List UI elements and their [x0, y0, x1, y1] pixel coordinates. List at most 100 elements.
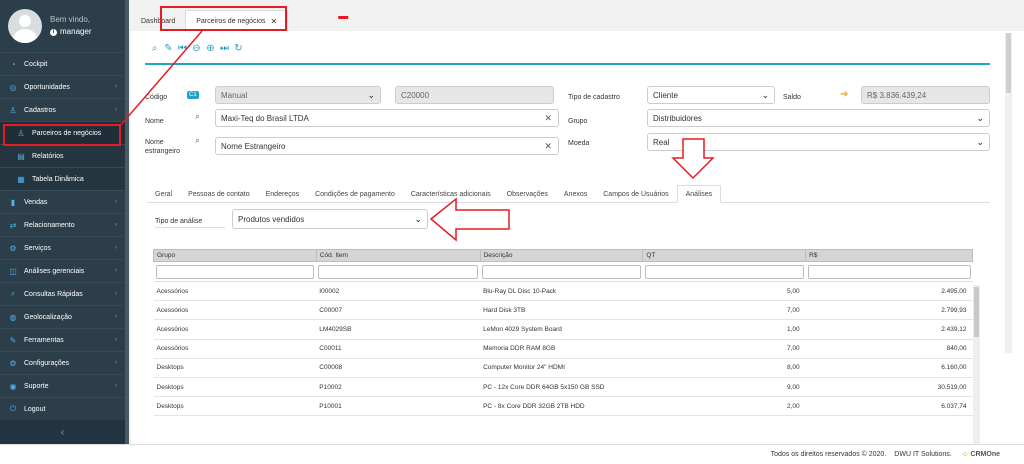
table-cell: Acessórios: [153, 300, 317, 321]
chevron-right-icon: ›: [115, 84, 117, 90]
tab-geral[interactable]: Geral: [147, 185, 180, 203]
sidebar-item-logout[interactable]: ⏻ Logout: [0, 397, 125, 420]
nome-estrangeiro-input[interactable]: Nome Estrangeiro ✕: [215, 137, 559, 155]
edit-icon[interactable]: ✎: [163, 43, 174, 54]
next-record-icon[interactable]: ⊕: [205, 43, 216, 54]
sidebar-item-oportunidades[interactable]: ◎ Oportunidades ›: [0, 75, 125, 98]
column-header-qt[interactable]: QT: [642, 249, 807, 262]
filter-cell: [153, 261, 317, 282]
sidebar-item-label: Configurações: [24, 359, 70, 367]
bar-chart-icon: ▮: [10, 197, 16, 207]
sidebar-item-cadastros[interactable]: ♙ Cadastros ›: [0, 98, 125, 121]
panel-scrollbar[interactable]: [1005, 33, 1012, 353]
tipo-analise-select[interactable]: Produtos vendidos ⌄: [232, 209, 428, 229]
table-cell: 30.519,00: [805, 377, 973, 398]
grupo-select[interactable]: Distribuidores ⌄: [647, 109, 990, 127]
sidebar-item-vendas[interactable]: ▮ Vendas ›: [0, 190, 125, 213]
username[interactable]: i manager: [50, 26, 92, 38]
table-cell: 6.160,00: [805, 358, 973, 378]
sidebar-menu: ◔ Cockpit ◎ Oportunidades › ♙ Cadastros › ♙ Parce…: [0, 52, 125, 420]
sidebar-item-ferramentas[interactable]: ✎ Ferramentas ›: [0, 328, 125, 351]
filter-cod-item-input[interactable]: [318, 264, 479, 279]
tab-enderecos[interactable]: Endereços: [258, 185, 307, 203]
codigo-mode-select[interactable]: Manual ⌄: [215, 86, 381, 104]
sidebar-item-label: Serviços: [24, 244, 51, 252]
avatar[interactable]: [8, 9, 42, 43]
tab-campos-de-usuarios[interactable]: Campos de Usuários: [595, 185, 676, 203]
sidebar-item-analises-gerenciais[interactable]: ◫ Análises gerenciais ›: [0, 259, 125, 282]
nome-input[interactable]: Maxi-Teq do Brasil LTDA ✕: [215, 109, 559, 127]
sidebar-item-suporte[interactable]: ◉ Suporte ›: [0, 374, 125, 397]
column-header-cod-item[interactable]: Cód. Item: [315, 249, 481, 262]
arrow-right-icon[interactable]: ➔: [840, 89, 848, 100]
search-icon[interactable]: ⌕: [195, 111, 200, 122]
filter-descricao-input[interactable]: [482, 264, 641, 279]
moeda-select[interactable]: Real ⌄: [647, 133, 990, 151]
table-cell: PC - 8x Core DDR 32GB 2TB HDD: [480, 396, 643, 417]
sidebar-item-consultas-rapidas[interactable]: ⌕ Consultas Rápidas ›: [0, 282, 125, 305]
table-cell: 840,00: [805, 339, 973, 359]
analysis-table: Grupo Cód. Item Descrição QT R$ Acessóri…: [153, 249, 973, 417]
filter-grupo-input[interactable]: [155, 264, 315, 279]
detail-tabs: Geral Pessoas de contato Endereços Condiçõe…: [147, 185, 990, 203]
sidebar-item-tabela-dinamica[interactable]: ▦ Tabela Dinâmica: [0, 167, 125, 190]
clear-icon[interactable]: ✕: [544, 141, 552, 152]
sidebar-item-configuracoes[interactable]: ⚙ Configurações ›: [0, 351, 125, 374]
table-cell: 5,00: [642, 281, 806, 302]
nome-estrangeiro-value: Nome Estrangeiro: [221, 141, 286, 151]
table-cell: LeMon 4029 System Board: [480, 319, 643, 340]
previous-record-icon[interactable]: ⊖: [191, 43, 202, 54]
table-row[interactable]: Acessórios C00011 Memoria DDR RAM 8GB 7,00 8…: [153, 339, 973, 359]
table-scrollbar[interactable]: [973, 285, 980, 444]
table-cell: 2.799,93: [805, 300, 973, 321]
sidebar-item-geolocalizacao[interactable]: ◍ Geolocalização ›: [0, 305, 125, 328]
sidebar-scrollbar[interactable]: [125, 0, 129, 444]
tipo-cadastro-select[interactable]: Cliente ⌄: [647, 86, 775, 104]
scrollbar-thumb[interactable]: [1006, 33, 1011, 93]
users-icon: ♙: [9, 105, 17, 115]
tab-observacoes[interactable]: Observações: [499, 185, 556, 203]
chevron-down-icon: ⌄: [976, 112, 984, 123]
sidebar-item-relatorios[interactable]: ▤ Relatórios: [0, 144, 125, 167]
tab-pessoas-de-contato[interactable]: Pessoas de contato: [180, 185, 258, 203]
column-header-valor[interactable]: R$: [805, 249, 973, 262]
sidebar-collapse-button[interactable]: ‹: [0, 420, 125, 444]
tab-analises[interactable]: Análises: [676, 185, 722, 203]
series-badge[interactable]: C1: [187, 91, 199, 99]
table-row[interactable]: Acessórios LM4029SB LeMon 4029 System Boar…: [153, 319, 973, 340]
clear-icon[interactable]: ✕: [544, 113, 552, 124]
column-header-grupo[interactable]: Grupo: [153, 249, 317, 262]
tab-caracteristicas-adicionais[interactable]: Características adicionais: [403, 185, 499, 203]
scrollbar-thumb[interactable]: [974, 287, 979, 337]
first-record-icon[interactable]: ⏮: [177, 43, 188, 54]
table-cell: P10002: [316, 377, 481, 398]
sidebar-item-servicos[interactable]: ⚙ Serviços ›: [0, 236, 125, 259]
sidebar-item-label: Cadastros: [24, 106, 56, 114]
tab-anexos[interactable]: Anexos: [556, 185, 595, 203]
table-row[interactable]: Desktops P10002 PC - 12x Core DDR 64GB 5x1…: [153, 377, 973, 398]
tab-condicoes-de-pagamento[interactable]: Condições de pagamento: [307, 185, 403, 203]
search-icon[interactable]: ⌕: [149, 43, 160, 54]
column-header-descricao[interactable]: Descrição: [479, 249, 644, 262]
filter-valor-input[interactable]: [807, 264, 971, 279]
search-icon[interactable]: ⌕: [195, 135, 200, 146]
label-underline: [155, 227, 225, 228]
table-row[interactable]: Acessórios I00002 Blu-Ray DL Disc 10-Pack 5…: [153, 281, 973, 302]
table-cell: Blu-Ray DL Disc 10-Pack: [480, 281, 643, 302]
last-record-icon[interactable]: ⏭: [219, 43, 230, 54]
table-cell: C00007: [316, 300, 481, 321]
table-row[interactable]: Desktops P10001 PC - 8x Core DDR 32GB 2TB …: [153, 396, 973, 417]
sidebar-item-cockpit[interactable]: ◔ Cockpit: [0, 52, 125, 75]
chevron-down-icon: ⌄: [367, 89, 375, 100]
refresh-icon[interactable]: ↻: [233, 43, 244, 54]
table-row[interactable]: Acessórios C00007 Hard Disk 3TB 7,00 2.799,9…: [153, 300, 973, 321]
codigo-input[interactable]: C20000: [395, 86, 554, 104]
table-row[interactable]: Desktops C00008 Computer Monitor 24" HDMI 8…: [153, 358, 973, 378]
logo-text: CRMOne: [970, 451, 1000, 458]
table-cell: Acessórios: [153, 339, 317, 359]
analysis-icon: ◫: [9, 266, 17, 276]
copyright-text: Todos os direitos reservados © 2020.: [770, 451, 887, 458]
gauge-icon: ◔: [10, 59, 16, 69]
filter-qt-input[interactable]: [644, 264, 804, 279]
sidebar-item-relacionamento[interactable]: ⇄ Relacionamento ›: [0, 213, 125, 236]
